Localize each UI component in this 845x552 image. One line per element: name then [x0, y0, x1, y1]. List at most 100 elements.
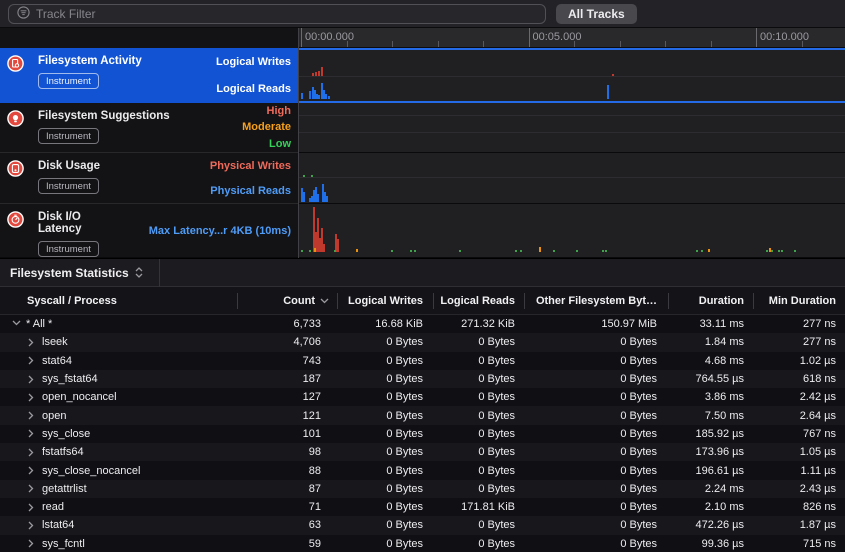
table-row[interactable]: sys_fcntl 59 0 Bytes 0 Bytes 0 Bytes 99.…: [0, 535, 845, 552]
other-filesystem-bytes-cell: 0 Bytes: [524, 336, 668, 348]
count-cell: 4,706: [237, 336, 337, 348]
column-header-logical-reads[interactable]: Logical Reads: [433, 295, 524, 307]
logical-writes-cell: 16.68 KiB: [337, 318, 433, 330]
disclosure-chevron-icon[interactable]: [12, 320, 21, 329]
disclosure-chevron-icon[interactable]: [28, 393, 37, 402]
chart-bar: [326, 196, 328, 202]
disclosure-chevron-icon[interactable]: [28, 466, 37, 475]
column-header-logical-writes[interactable]: Logical Writes: [337, 295, 433, 307]
track-filter-field[interactable]: [8, 4, 546, 24]
table-row[interactable]: sys_close 101 0 Bytes 0 Bytes 0 Bytes 18…: [0, 425, 845, 443]
chart-bar: [766, 250, 768, 252]
chart-bar: [410, 250, 412, 252]
chart-bar: [771, 250, 773, 252]
ruler-minor-tick: [483, 41, 484, 47]
column-divider: [524, 293, 525, 309]
chart-bar: [391, 250, 393, 252]
track-header-disk-usage[interactable]: Disk Usage Instrument Physical Writes Ph…: [0, 153, 298, 204]
track-title: Filesystem Activity: [38, 55, 188, 67]
table-row[interactable]: lseek 4,706 0 Bytes 0 Bytes 0 Bytes 1.84…: [0, 333, 845, 351]
disclosure-chevron-icon[interactable]: [28, 448, 37, 457]
lane-label-logical-writes: Logical Writes: [188, 48, 291, 75]
filesystem-activity-icon: [0, 48, 30, 102]
ruler-minor-tick: [392, 41, 393, 47]
disclosure-chevron-icon[interactable]: [28, 356, 37, 365]
disclosure-chevron-icon[interactable]: [28, 375, 37, 384]
disclosure-chevron-icon[interactable]: [28, 503, 37, 512]
logical-writes-cell: 0 Bytes: [337, 446, 433, 458]
disk-usage-icon: [0, 153, 30, 203]
table-row[interactable]: getattrlist 87 0 Bytes 0 Bytes 0 Bytes 2…: [0, 480, 845, 498]
duration-cell: 33.11 ms: [668, 318, 753, 330]
graph-lane-moderate[interactable]: [299, 115, 845, 132]
track-filter-input[interactable]: [36, 7, 537, 21]
count-cell: 98: [237, 446, 337, 458]
chart-bar: [708, 249, 710, 252]
table-row[interactable]: * All * 6,733 16.68 KiB 271.32 KiB 150.9…: [0, 315, 845, 333]
table-row[interactable]: open_nocancel 127 0 Bytes 0 Bytes 0 Byte…: [0, 388, 845, 406]
table-row[interactable]: read 71 0 Bytes 171.81 KiB 0 Bytes 2.10 …: [0, 498, 845, 516]
chart-bar: [314, 248, 316, 252]
logical-writes-cell: 0 Bytes: [337, 465, 433, 477]
statistics-view-picker[interactable]: Filesystem Statistics: [0, 259, 153, 287]
column-header-duration[interactable]: Duration: [668, 295, 753, 307]
table-row[interactable]: lstat64 63 0 Bytes 0 Bytes 0 Bytes 472.2…: [0, 516, 845, 534]
count-cell: 59: [237, 538, 337, 550]
disclosure-chevron-icon[interactable]: [28, 338, 37, 347]
syscall-name: sys_close_nocancel: [42, 465, 140, 477]
graph-filesystem-activity[interactable]: [299, 48, 845, 103]
min-duration-cell: 767 ns: [753, 428, 845, 440]
duration-cell: 4.68 ms: [668, 355, 753, 367]
graph-lane-logical-reads[interactable]: [299, 76, 845, 100]
column-header-syscall-process[interactable]: Syscall / Process: [0, 295, 237, 307]
column-divider: [753, 293, 754, 309]
column-header-min-duration[interactable]: Min Duration: [753, 295, 845, 307]
syscall-name: * All *: [26, 318, 52, 330]
graph-lane-low[interactable]: [299, 132, 845, 151]
disclosure-chevron-icon[interactable]: [28, 484, 37, 493]
chart-bar: [607, 85, 609, 99]
disclosure-chevron-icon[interactable]: [28, 411, 37, 420]
logical-writes-cell: 0 Bytes: [337, 373, 433, 385]
syscall-name: open_nocancel: [42, 391, 117, 403]
column-header-count[interactable]: Count: [237, 295, 337, 307]
ruler-minor-tick: [438, 41, 439, 47]
logical-writes-cell: 0 Bytes: [337, 538, 433, 550]
lane-label-logical-reads: Logical Reads: [188, 75, 291, 102]
other-filesystem-bytes-cell: 0 Bytes: [524, 519, 668, 531]
graph-lane-physical-reads[interactable]: [299, 177, 845, 202]
column-header-other-filesystem-bytes[interactable]: Other Filesystem Byt…: [524, 295, 668, 307]
chart-bar: [459, 250, 461, 252]
disclosure-chevron-icon[interactable]: [28, 429, 37, 438]
track-header-filesystem-suggestions[interactable]: Filesystem Suggestions Instrument High M…: [0, 103, 298, 153]
syscall-name: sys_close: [42, 428, 90, 440]
logical-writes-cell: 0 Bytes: [337, 391, 433, 403]
disclosure-chevron-icon[interactable]: [28, 521, 37, 530]
chart-bar: [605, 250, 607, 252]
track-header-filesystem-activity[interactable]: Filesystem Activity Instrument Logical W…: [0, 48, 298, 103]
logical-reads-cell: 0 Bytes: [433, 391, 524, 403]
graph-filesystem-suggestions[interactable]: [299, 103, 845, 153]
table-row[interactable]: sys_fstat64 187 0 Bytes 0 Bytes 0 Bytes …: [0, 370, 845, 388]
duration-cell: 196.61 µs: [668, 465, 753, 477]
chart-bar: [309, 250, 311, 252]
graph-lane-physical-writes[interactable]: [299, 153, 845, 177]
graph-disk-usage[interactable]: [299, 153, 845, 204]
table-row[interactable]: stat64 743 0 Bytes 0 Bytes 0 Bytes 4.68 …: [0, 352, 845, 370]
chart-bar: [778, 250, 780, 252]
all-tracks-button[interactable]: All Tracks: [556, 4, 637, 24]
track-header-disk-io-latency[interactable]: Disk I/O Latency Instrument Max Latency.…: [0, 204, 298, 258]
table-row[interactable]: open 121 0 Bytes 0 Bytes 0 Bytes 7.50 ms…: [0, 406, 845, 424]
graph-disk-io-latency[interactable]: [299, 204, 845, 258]
graph-lane-max-latency[interactable]: [299, 204, 845, 257]
graph-lane-logical-writes[interactable]: [299, 50, 845, 76]
table-row[interactable]: fstatfs64 98 0 Bytes 0 Bytes 0 Bytes 173…: [0, 443, 845, 461]
timeline-panel[interactable]: 00:00.00000:05.00000:10.000: [298, 28, 845, 258]
detail-panel: Filesystem Statistics Syscall / Process …: [0, 258, 845, 552]
chart-bar: [328, 96, 330, 99]
ruler-major-tick: [529, 28, 530, 47]
table-row[interactable]: sys_close_nocancel 88 0 Bytes 0 Bytes 0 …: [0, 461, 845, 479]
time-ruler[interactable]: 00:00.00000:05.00000:10.000: [299, 28, 845, 48]
graph-lane-high[interactable]: [299, 103, 845, 115]
disclosure-chevron-icon[interactable]: [28, 539, 37, 548]
